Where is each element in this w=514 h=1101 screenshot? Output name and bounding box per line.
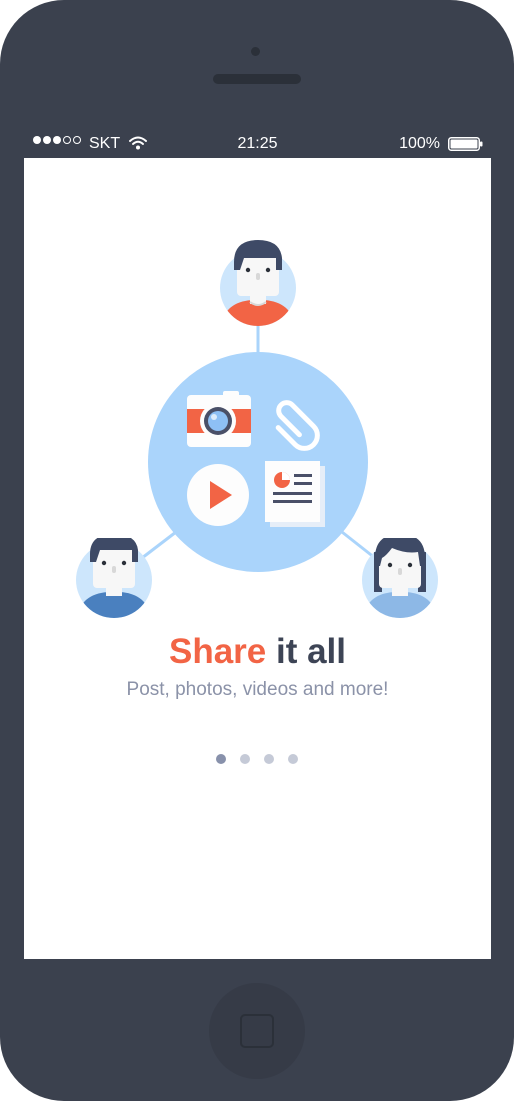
paperclip-icon (275, 400, 320, 451)
user-avatar-right (362, 538, 438, 618)
page-indicator[interactable] (216, 754, 312, 764)
home-square-icon (240, 1014, 274, 1048)
headline: Share it all (24, 632, 491, 672)
page-dot-1[interactable] (216, 754, 226, 764)
document-icon (265, 461, 325, 527)
user-avatar-left (76, 538, 152, 618)
camera-icon (187, 391, 251, 447)
page-dot-4[interactable] (288, 754, 298, 764)
share-hub-circle (148, 352, 368, 572)
front-camera (251, 47, 260, 56)
headline-rest: it all (266, 632, 347, 671)
user-avatar-top (220, 240, 296, 326)
page-dot-3[interactable] (264, 754, 274, 764)
screen: SKT 21:25 100% Share it all Post, photos… (24, 130, 491, 959)
page-dot-2[interactable] (240, 754, 250, 764)
play-icon (187, 464, 249, 526)
subheadline: Post, photos, videos and more! (126, 679, 389, 700)
phone-frame: SKT 21:25 100% Share it all Post, photos… (0, 0, 514, 1101)
earpiece-speaker (213, 74, 301, 84)
home-button[interactable] (209, 983, 305, 1079)
headline-accent: Share (168, 632, 267, 671)
